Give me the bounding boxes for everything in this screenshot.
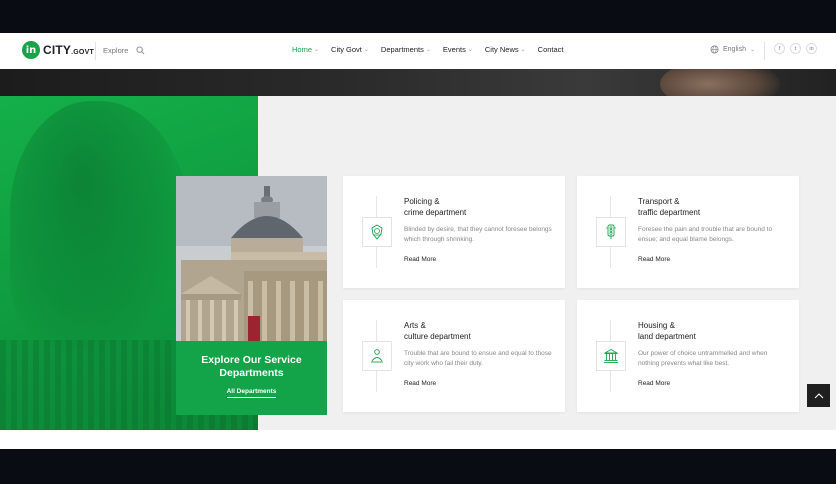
building-photo bbox=[176, 176, 327, 341]
language-selector[interactable]: English ⌄ bbox=[710, 45, 755, 54]
card-title: Housing & land department bbox=[638, 321, 696, 342]
chevron-down-icon: ⌄ bbox=[363, 47, 369, 53]
all-departments-link[interactable]: All Departments bbox=[226, 388, 277, 398]
card-title-line2: culture department bbox=[404, 331, 471, 341]
read-more-link[interactable]: Read More bbox=[404, 256, 436, 263]
logo-mark: in bbox=[22, 41, 40, 59]
card-description: Foresee the pain and trouble that are bo… bbox=[638, 226, 773, 243]
nav-city-news[interactable]: City News ⌄ bbox=[485, 45, 526, 54]
card-description: Blinded by desire, that they cannot fore… bbox=[404, 226, 552, 243]
back-to-top-button[interactable] bbox=[807, 384, 830, 407]
chevron-up-icon bbox=[814, 392, 823, 398]
department-card: Policing & crime department Blinded by de… bbox=[343, 176, 565, 288]
traffic-light-icon bbox=[596, 217, 626, 247]
read-more-link[interactable]: Read More bbox=[404, 380, 436, 387]
chevron-down-icon: ⌄ bbox=[467, 47, 473, 53]
chevron-down-icon: ⌄ bbox=[520, 47, 526, 53]
twitter-icon[interactable]: t bbox=[790, 43, 801, 54]
police-badge-icon bbox=[362, 217, 392, 247]
logo-name: CITY bbox=[43, 43, 72, 57]
site-header: in CITY.GOVT Explore Home ⌄ City Govt ⌄ De… bbox=[0, 33, 836, 69]
building-icon bbox=[596, 341, 626, 371]
hero-image bbox=[660, 69, 780, 96]
search-icon[interactable] bbox=[136, 46, 145, 55]
department-card: Housing & land department Our power of ch… bbox=[577, 300, 799, 412]
read-more-link[interactable]: Read More bbox=[638, 380, 670, 387]
nav-departments[interactable]: Departments ⌄ bbox=[381, 45, 431, 54]
site-logo[interactable]: in CITY.GOVT bbox=[22, 41, 94, 59]
main-nav: Home ⌄ City Govt ⌄ Departments ⌄ Events ⌄ Ci… bbox=[292, 45, 576, 54]
nav-events-label: Events bbox=[442, 45, 466, 54]
card-title-line1: Arts & bbox=[404, 321, 426, 330]
logo-suffix: .GOVT bbox=[71, 49, 94, 56]
card-title: Policing & crime department bbox=[404, 197, 466, 218]
department-card: Transport & traffic department Foresee th… bbox=[577, 176, 799, 288]
nav-events[interactable]: Events ⌄ bbox=[443, 45, 473, 54]
department-card: Arts & culture department Trouble that ar… bbox=[343, 300, 565, 412]
facebook-icon[interactable]: f bbox=[774, 43, 785, 54]
card-title: Arts & culture department bbox=[404, 321, 471, 342]
nav-city-govt-label: City Govt bbox=[331, 45, 362, 54]
nav-contact-label: Contact bbox=[537, 45, 564, 54]
nav-city-govt[interactable]: City Govt ⌄ bbox=[331, 45, 369, 54]
nav-departments-label: Departments bbox=[380, 45, 424, 54]
statue-image bbox=[10, 101, 190, 351]
globe-icon bbox=[710, 45, 719, 54]
card-title-line1: Policing & bbox=[404, 197, 440, 206]
card-title-line2: crime department bbox=[404, 207, 467, 217]
feature-title: Explore Our Service Departments bbox=[201, 354, 302, 379]
nav-home-label: Home bbox=[292, 45, 313, 54]
read-more-link[interactable]: Read More bbox=[638, 256, 670, 263]
services-section: Explore Our Service Departments All Depa… bbox=[0, 96, 836, 430]
card-title-line2: land department bbox=[638, 331, 696, 341]
page-frame: in CITY.GOVT Explore Home ⌄ City Govt ⌄ De… bbox=[0, 33, 836, 449]
linkedin-icon[interactable]: in bbox=[806, 43, 817, 54]
card-title-line2: traffic department bbox=[638, 207, 701, 217]
language-label: English bbox=[723, 46, 746, 53]
card-title-line1: Housing & bbox=[638, 321, 675, 330]
card-description: Trouble that are bound to ensue and equa… bbox=[404, 350, 552, 367]
museum-illustration bbox=[176, 176, 327, 341]
card-description: Our power of choice untrammelled and whe… bbox=[638, 350, 768, 367]
header-divider bbox=[764, 42, 765, 60]
hero-banner-strip bbox=[0, 69, 836, 96]
chevron-down-icon: ⌄ bbox=[314, 47, 320, 53]
card-title: Transport & traffic department bbox=[638, 197, 700, 218]
header-divider bbox=[95, 42, 96, 60]
logo-text: CITY.GOVT bbox=[43, 43, 94, 57]
chevron-down-icon: ⌄ bbox=[425, 47, 431, 53]
chevron-down-icon: ⌄ bbox=[749, 47, 755, 53]
card-title-line1: Transport & bbox=[638, 197, 680, 206]
nav-home[interactable]: Home ⌄ bbox=[292, 45, 319, 54]
feature-cta-box: Explore Our Service Departments All Depa… bbox=[176, 341, 327, 415]
feature-block: Explore Our Service Departments All Depa… bbox=[176, 176, 327, 415]
artist-icon bbox=[362, 341, 392, 371]
footer-band bbox=[0, 430, 836, 449]
nav-city-news-label: City News bbox=[484, 45, 519, 54]
explore-label[interactable]: Explore bbox=[103, 46, 128, 55]
nav-contact[interactable]: Contact bbox=[538, 45, 564, 54]
